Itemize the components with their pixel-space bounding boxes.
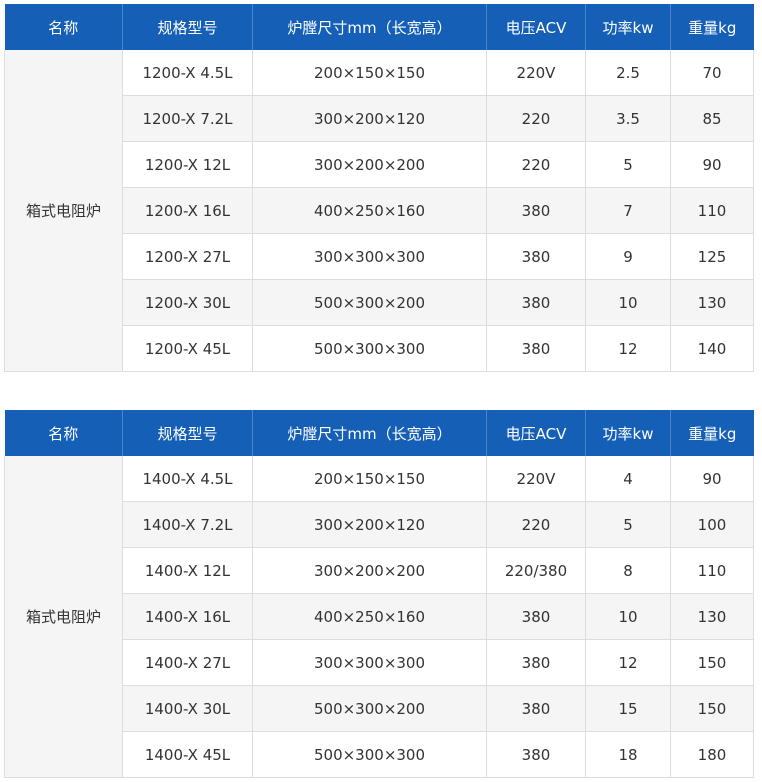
header-voltage: 电压ACV xyxy=(486,410,586,456)
table-row: 箱式电阻炉 1200-X 4.5L 200×150×150 220V 2.5 7… xyxy=(4,50,754,372)
header-name: 名称 xyxy=(4,4,123,50)
voltage-cell: 380 xyxy=(486,731,586,778)
header-model: 规格型号 xyxy=(122,410,253,456)
model-cell: 1200-X 27L xyxy=(122,233,253,280)
size-cell: 500×300×300 xyxy=(252,731,487,778)
model-cell: 1200-X 16L xyxy=(122,187,253,234)
power-cell: 5 xyxy=(585,141,671,188)
header-power: 功率kw xyxy=(585,4,671,50)
weight-cell: 130 xyxy=(670,279,754,326)
model-cell: 1400-X 27L xyxy=(122,639,253,686)
table-header-row: 名称 规格型号 炉膛尺寸mm（长宽高） 电压ACV 功率kw 重量kg xyxy=(4,410,754,456)
header-voltage: 电压ACV xyxy=(486,4,586,50)
size-cell: 300×300×300 xyxy=(252,639,487,686)
header-chamber-size: 炉膛尺寸mm（长宽高） xyxy=(252,4,487,50)
power-cell: 10 xyxy=(585,593,671,640)
power-cell: 7 xyxy=(585,187,671,234)
size-cell: 400×250×160 xyxy=(252,593,487,640)
weight-cell: 70 xyxy=(670,50,754,96)
weight-cell: 150 xyxy=(670,639,754,686)
weight-cell: 100 xyxy=(670,501,754,548)
power-cell: 15 xyxy=(585,685,671,732)
model-cell: 1400-X 12L xyxy=(122,547,253,594)
header-name: 名称 xyxy=(4,410,123,456)
size-cell: 200×150×150 xyxy=(252,50,487,96)
size-cell: 400×250×160 xyxy=(252,187,487,234)
table-row: 箱式电阻炉 1400-X 4.5L 200×150×150 220V 4 90 xyxy=(4,456,754,778)
voltage-cell: 220 xyxy=(486,141,586,188)
model-cell: 1400-X 30L xyxy=(122,685,253,732)
power-cell: 2.5 xyxy=(585,50,671,96)
voltage-cell: 380 xyxy=(486,325,586,372)
voltage-cell: 220V xyxy=(486,50,586,96)
size-cell: 300×200×200 xyxy=(252,141,487,188)
header-power: 功率kw xyxy=(585,410,671,456)
weight-cell: 150 xyxy=(670,685,754,732)
power-cell: 5 xyxy=(585,501,671,548)
model-cell: 1400-X 16L xyxy=(122,593,253,640)
model-cell: 1400-X 4.5L xyxy=(122,456,253,502)
voltage-cell: 220 xyxy=(486,501,586,548)
power-cell: 9 xyxy=(585,233,671,280)
voltage-cell: 220/380 xyxy=(486,547,586,594)
model-cell: 1200-X 30L xyxy=(122,279,253,326)
model-cell: 1400-X 45L xyxy=(122,731,253,778)
voltage-cell: 220V xyxy=(486,456,586,502)
header-weight: 重量kg xyxy=(670,4,754,50)
weight-cell: 180 xyxy=(670,731,754,778)
weight-cell: 125 xyxy=(670,233,754,280)
size-cell: 200×150×150 xyxy=(252,456,487,502)
spec-table-1400: 名称 规格型号 炉膛尺寸mm（长宽高） 电压ACV 功率kw 重量kg 箱式电阻… xyxy=(4,410,754,778)
power-cell: 10 xyxy=(585,279,671,326)
weight-cell: 90 xyxy=(670,456,754,502)
voltage-cell: 380 xyxy=(486,279,586,326)
weight-cell: 110 xyxy=(670,187,754,234)
voltage-cell: 380 xyxy=(486,187,586,234)
model-cell: 1200-X 4.5L xyxy=(122,50,253,96)
power-cell: 3.5 xyxy=(585,95,671,142)
model-cell: 1200-X 12L xyxy=(122,141,253,188)
power-cell: 4 xyxy=(585,456,671,502)
voltage-cell: 380 xyxy=(486,685,586,732)
voltage-cell: 380 xyxy=(486,639,586,686)
weight-cell: 110 xyxy=(670,547,754,594)
model-cell: 1400-X 7.2L xyxy=(122,501,253,548)
model-cell: 1200-X 7.2L xyxy=(122,95,253,142)
voltage-cell: 380 xyxy=(486,233,586,280)
spec-table-1200: 名称 规格型号 炉膛尺寸mm（长宽高） 电压ACV 功率kw 重量kg 箱式电阻… xyxy=(4,4,754,372)
size-cell: 500×300×300 xyxy=(252,325,487,372)
size-cell: 300×300×300 xyxy=(252,233,487,280)
product-name-cell: 箱式电阻炉 xyxy=(4,50,123,372)
weight-cell: 85 xyxy=(670,95,754,142)
voltage-cell: 220 xyxy=(486,95,586,142)
size-cell: 500×300×200 xyxy=(252,279,487,326)
weight-cell: 90 xyxy=(670,141,754,188)
size-cell: 300×200×200 xyxy=(252,547,487,594)
model-cell: 1200-X 45L xyxy=(122,325,253,372)
product-name-cell: 箱式电阻炉 xyxy=(4,456,123,778)
table-header-row: 名称 规格型号 炉膛尺寸mm（长宽高） 电压ACV 功率kw 重量kg xyxy=(4,4,754,50)
power-cell: 12 xyxy=(585,325,671,372)
header-model: 规格型号 xyxy=(122,4,253,50)
size-cell: 300×200×120 xyxy=(252,501,487,548)
voltage-cell: 380 xyxy=(486,593,586,640)
weight-cell: 130 xyxy=(670,593,754,640)
power-cell: 8 xyxy=(585,547,671,594)
size-cell: 300×200×120 xyxy=(252,95,487,142)
weight-cell: 140 xyxy=(670,325,754,372)
power-cell: 18 xyxy=(585,731,671,778)
size-cell: 500×300×200 xyxy=(252,685,487,732)
header-chamber-size: 炉膛尺寸mm（长宽高） xyxy=(252,410,487,456)
header-weight: 重量kg xyxy=(670,410,754,456)
power-cell: 12 xyxy=(585,639,671,686)
